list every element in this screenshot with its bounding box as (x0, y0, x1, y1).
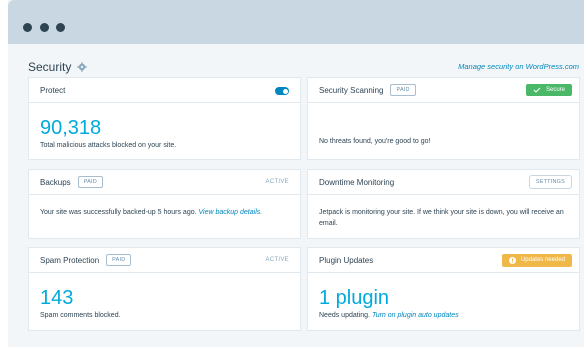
card-body: No threats found, you're good to go! (308, 136, 579, 147)
view-backup-details-link[interactable]: View backup details. (199, 209, 263, 216)
paid-badge: PAID (77, 176, 103, 188)
paid-badge: PAID (106, 254, 132, 266)
window-titlebar (8, 0, 584, 44)
blocked-attacks-count: 90,318 (40, 117, 102, 139)
status-label: ACTIVE (265, 257, 289, 263)
card-body: Jetpack is monitoring your site. If we t… (308, 207, 579, 229)
app-window: Security Manage security on WordPress.co… (8, 0, 584, 347)
card-body: 90,318 Total malicious attacks blocked o… (29, 117, 300, 151)
protect-card: Protect 90,318 Total malicious attacks b… (28, 77, 301, 160)
paid-badge: PAID (390, 84, 416, 96)
card-body: 143 Spam comments blocked. (29, 287, 300, 321)
settings-button[interactable]: SETTINGS (528, 175, 572, 189)
card-description: Total malicious attacks blocked on your … (40, 142, 177, 149)
alert-icon (508, 256, 516, 264)
card-header: Plugin Updates Updates needed (308, 248, 579, 273)
card-body: 1 plugin Needs updating. Turn on plugin … (308, 287, 579, 321)
card-title: Spam Protection (40, 255, 100, 265)
toggle-knob (282, 88, 288, 94)
window-dot-icon (56, 23, 65, 32)
card-header: Protect (29, 78, 300, 103)
card-title: Plugin Updates (319, 255, 374, 265)
backups-card: Backups PAID ACTIVE Your site was succes… (28, 169, 301, 239)
card-title: Downtime Monitoring (319, 177, 395, 187)
card-title: Security Scanning (319, 85, 384, 95)
card-description: No threats found, you're good to go! (319, 138, 431, 145)
card-description: Needs updating. Turn on plugin auto upda… (319, 310, 568, 321)
card-description: Spam comments blocked. (40, 312, 121, 319)
backup-status-text: Your site was successfully backed-up 5 h… (40, 209, 197, 216)
status-label: ACTIVE (265, 179, 289, 185)
card-title: Protect (40, 85, 66, 95)
status-label: Updates needed (520, 257, 565, 263)
spam-protection-card: Spam Protection PAID ACTIVE 143 Spam com… (28, 247, 301, 331)
secure-status-badge: Secure (525, 84, 572, 96)
checkmark-icon (533, 87, 541, 93)
plugin-updates-card: Plugin Updates Updates needed 1 plugin N… (307, 247, 580, 331)
card-description: Your site was successfully backed-up 5 h… (40, 207, 289, 218)
plugin-update-count: 1 plugin (319, 287, 390, 309)
security-scanning-card: Security Scanning PAID Secure No threats… (307, 77, 580, 160)
window-dot-icon (23, 23, 32, 32)
card-description: Jetpack is monitoring your site. If we t… (319, 209, 564, 227)
section-title: Security (28, 60, 72, 74)
card-body: Your site was successfully backed-up 5 h… (29, 207, 300, 218)
protect-toggle[interactable] (275, 87, 289, 95)
spam-blocked-count: 143 (40, 287, 74, 309)
card-header: Spam Protection PAID ACTIVE (29, 248, 300, 273)
card-header: Downtime Monitoring SETTINGS (308, 170, 579, 195)
window-dot-icon (40, 23, 49, 32)
downtime-monitoring-card: Downtime Monitoring SETTINGS Jetpack is … (307, 169, 580, 239)
gear-icon[interactable] (77, 62, 88, 72)
card-header: Security Scanning PAID Secure (308, 78, 579, 103)
plugin-auto-updates-link[interactable]: Turn on plugin auto updates (372, 312, 459, 319)
card-header: Backups PAID ACTIVE (29, 170, 300, 195)
card-title: Backups (40, 177, 71, 187)
status-label: Secure (545, 87, 565, 93)
updates-needed-badge: Updates needed (501, 253, 572, 267)
section-header: Security (28, 60, 88, 74)
manage-security-link[interactable]: Manage security on WordPress.com (458, 62, 579, 71)
plugin-update-text: Needs updating. (319, 312, 370, 319)
